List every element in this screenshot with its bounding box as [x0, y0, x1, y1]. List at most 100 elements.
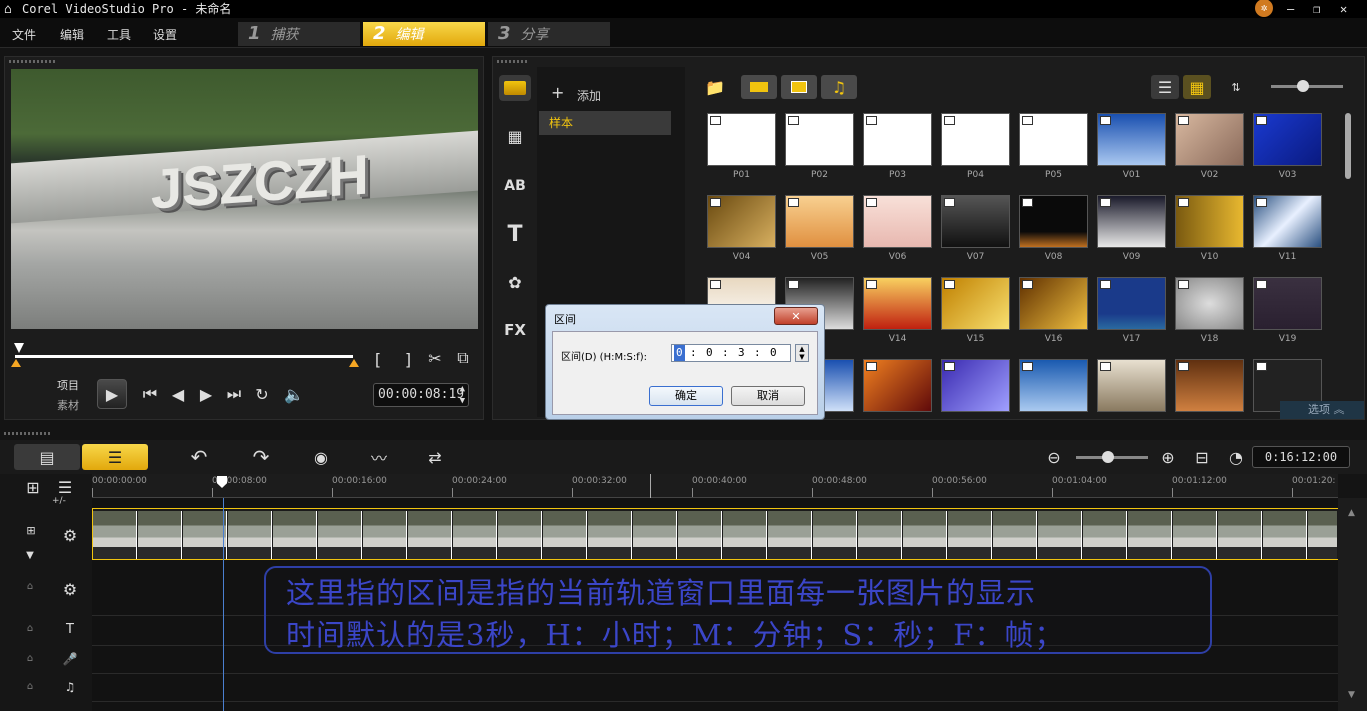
- zoom-in-icon[interactable]: ⊕: [1158, 446, 1178, 468]
- graphics-tab-icon[interactable]: ✿: [499, 269, 531, 295]
- mark-out-icon[interactable]: ]: [401, 350, 415, 369]
- end-icon[interactable]: ⏭: [225, 384, 243, 403]
- mark-in-icon[interactable]: [: [371, 350, 385, 369]
- enlarge-icon[interactable]: ⧉: [455, 348, 471, 367]
- timeline-ruler[interactable]: 00:00:00:00 00:00:08:00 00:00:16:00 00:00:2…: [92, 474, 1338, 498]
- undo-icon[interactable]: ↶: [186, 444, 212, 470]
- library-thumbnail[interactable]: [1175, 277, 1244, 330]
- library-thumbnail[interactable]: [941, 195, 1010, 248]
- show-audio-icon[interactable]: ♫: [821, 75, 857, 99]
- chapter-list-icon[interactable]: ☰: [52, 478, 78, 497]
- project-mode-label[interactable]: 项目: [57, 377, 79, 393]
- duration-input[interactable]: 0 : 0 : 3 : 0: [671, 344, 791, 362]
- tab-capture[interactable]: 1 捕获: [238, 22, 360, 46]
- show-videos-icon[interactable]: [741, 75, 777, 99]
- hours-field[interactable]: 0: [674, 345, 685, 361]
- tab-edit[interactable]: 2 编辑: [363, 22, 485, 46]
- scroll-down-icon[interactable]: ▼: [1348, 690, 1355, 700]
- library-thumbnail[interactable]: [1175, 359, 1244, 412]
- library-thumbnail[interactable]: [941, 359, 1010, 412]
- music-lock-icon[interactable]: ⌂: [22, 678, 38, 694]
- menu-settings[interactable]: 设置: [153, 26, 177, 43]
- library-thumbnail[interactable]: [863, 195, 932, 248]
- menu-tools[interactable]: 工具: [107, 26, 131, 43]
- next-frame-icon[interactable]: ▶: [197, 385, 215, 404]
- add-icon[interactable]: +: [551, 83, 564, 102]
- zoom-slider[interactable]: [1076, 451, 1148, 463]
- library-thumbnail[interactable]: [863, 359, 932, 412]
- trim-bar[interactable]: [11, 343, 359, 367]
- timeline-scrollbar[interactable]: ▲ ▼: [1338, 498, 1367, 711]
- track-manager-icon[interactable]: ⊞: [22, 478, 44, 497]
- tab-share[interactable]: 3 分享: [488, 22, 610, 46]
- text-tab-icon[interactable]: T: [499, 221, 531, 247]
- timecode-spinner-icon[interactable]: ▲ ▼: [460, 383, 465, 407]
- scroll-up-icon[interactable]: ▲: [1348, 508, 1355, 518]
- media-tab-icon[interactable]: [499, 75, 531, 101]
- spin-up-icon[interactable]: ▲: [799, 345, 804, 353]
- library-thumbnail[interactable]: [785, 113, 854, 166]
- menu-edit[interactable]: 编辑: [60, 26, 84, 43]
- library-thumbnail[interactable]: [707, 195, 776, 248]
- library-thumbnail[interactable]: [863, 277, 932, 330]
- library-thumbnail[interactable]: [1097, 113, 1166, 166]
- repeat-icon[interactable]: ↻: [253, 385, 271, 404]
- cancel-button[interactable]: 取消: [731, 386, 805, 406]
- timeline-view-icon[interactable]: ☰: [82, 444, 148, 470]
- clip-mode-label[interactable]: 素材: [57, 397, 79, 413]
- library-thumbnail[interactable]: [941, 113, 1010, 166]
- folder-item-sample[interactable]: 样本: [539, 111, 671, 135]
- folder-icon[interactable]: 📁: [703, 77, 727, 97]
- voice-lock-icon[interactable]: ⌂: [22, 650, 38, 666]
- minutes-field[interactable]: 0: [706, 345, 713, 361]
- minimize-icon[interactable]: –: [1287, 0, 1294, 18]
- library-thumbnail[interactable]: [1019, 359, 1088, 412]
- library-thumbnail[interactable]: [1097, 359, 1166, 412]
- previous-frame-icon[interactable]: ◀: [169, 385, 187, 404]
- menu-file[interactable]: 文件: [12, 26, 36, 43]
- add-remove-track[interactable]: +/-: [52, 496, 66, 506]
- dialog-close-button[interactable]: ✕: [774, 307, 818, 325]
- storyboard-view-icon[interactable]: ▤: [14, 444, 80, 470]
- library-scrollbar[interactable]: [1345, 113, 1351, 179]
- trim-start-marker[interactable]: [11, 359, 21, 367]
- video-clip[interactable]: [93, 511, 1337, 559]
- show-photos-icon[interactable]: [781, 75, 817, 99]
- seconds-field[interactable]: 3: [738, 345, 745, 361]
- library-thumbnail[interactable]: [1019, 277, 1088, 330]
- options-button[interactable]: 选项 ︽: [1280, 401, 1364, 419]
- scrubber-handle[interactable]: [14, 343, 24, 353]
- duration-spinner[interactable]: ▲ ▼: [795, 344, 809, 362]
- library-thumbnail[interactable]: [1253, 113, 1322, 166]
- trim-end-marker[interactable]: [349, 359, 359, 367]
- close-icon[interactable]: ✕: [1340, 0, 1347, 18]
- library-thumbnail[interactable]: [1097, 277, 1166, 330]
- video-preview[interactable]: JSZCZH: [11, 69, 478, 329]
- frames-field[interactable]: 0: [770, 345, 777, 361]
- expand-icon[interactable]: ▼: [22, 548, 38, 562]
- record-capture-icon[interactable]: ◉: [308, 444, 334, 470]
- zoom-out-icon[interactable]: ⊖: [1044, 446, 1064, 468]
- corel-logo-icon[interactable]: ✲: [1255, 0, 1273, 17]
- thumbnail-view-icon[interactable]: ▦: [1183, 75, 1211, 99]
- timecode-field[interactable]: 00:00:08:19 ▲ ▼: [373, 383, 469, 407]
- sort-icon[interactable]: ⇅: [1225, 75, 1247, 99]
- library-thumbnail[interactable]: [1175, 113, 1244, 166]
- sound-mixer-icon[interactable]: 〰: [366, 444, 392, 470]
- library-thumbnail[interactable]: [941, 277, 1010, 330]
- spin-down-icon[interactable]: ▼: [799, 353, 804, 361]
- library-thumbnail[interactable]: [1253, 277, 1322, 330]
- add-folder-button[interactable]: 添加: [577, 87, 601, 104]
- library-thumbnail[interactable]: [1097, 195, 1166, 248]
- auto-music-icon[interactable]: ⇄: [422, 444, 448, 470]
- library-thumbnail[interactable]: [1019, 195, 1088, 248]
- video-track-toggle-icon[interactable]: ⊞: [20, 522, 42, 538]
- volume-icon[interactable]: 🔈: [283, 385, 305, 404]
- play-button[interactable]: ▶: [97, 379, 127, 409]
- scissors-icon[interactable]: ✂: [427, 349, 443, 368]
- library-thumbnail[interactable]: [707, 113, 776, 166]
- title-ab-tab-icon[interactable]: AB: [499, 173, 531, 199]
- library-thumbnail[interactable]: [785, 195, 854, 248]
- library-thumbnail[interactable]: [1253, 195, 1322, 248]
- library-thumbnail[interactable]: [1175, 195, 1244, 248]
